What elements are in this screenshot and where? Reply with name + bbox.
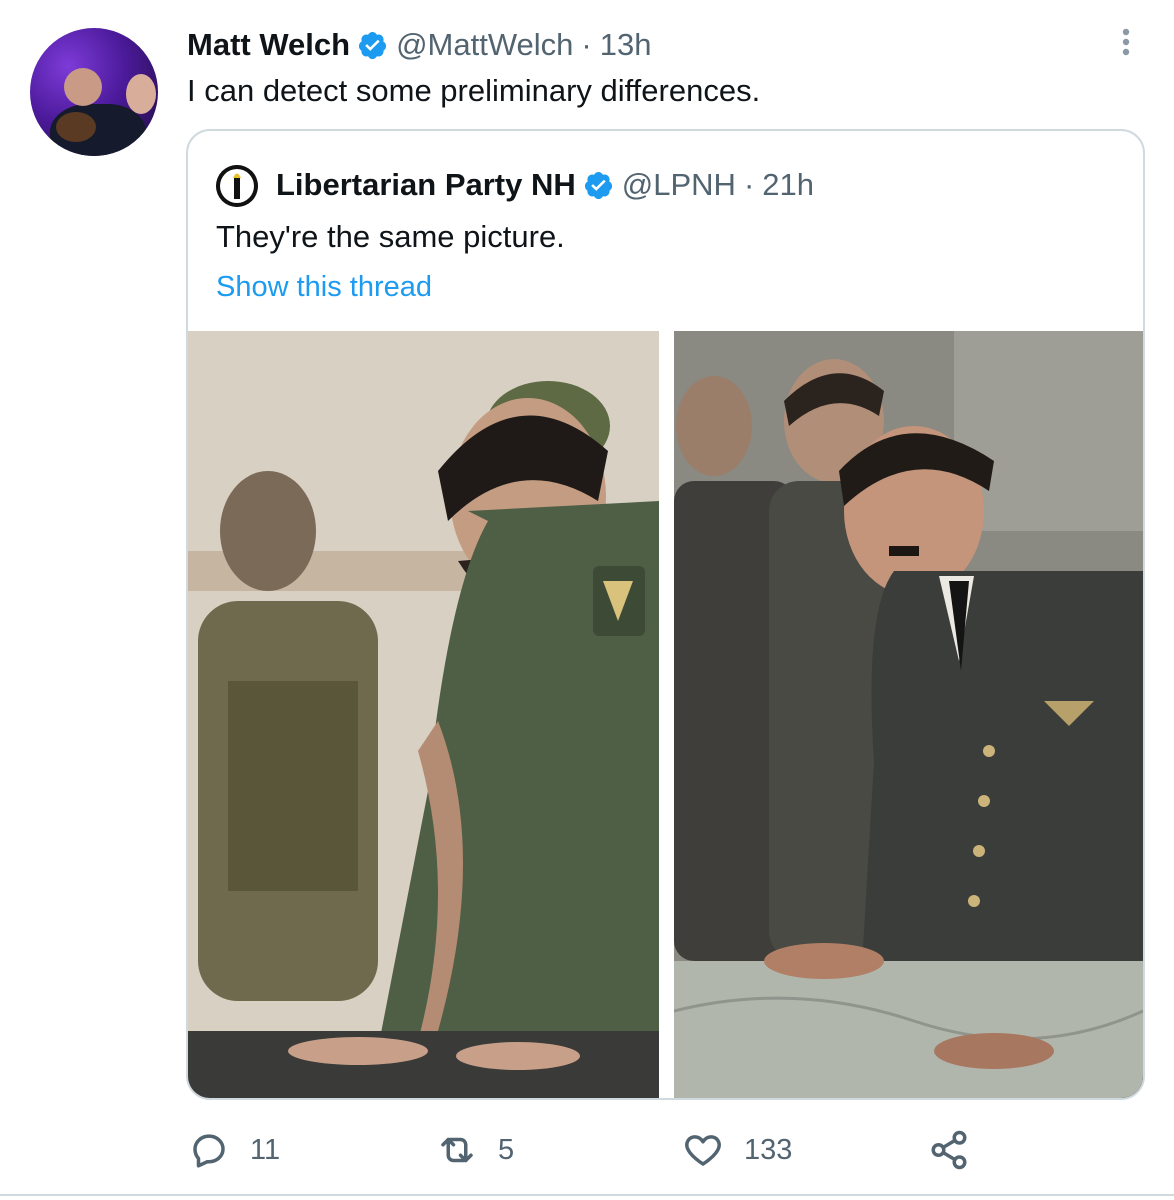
reply-count: 11 — [250, 1133, 281, 1166]
tweet-timestamp[interactable]: 13h — [600, 27, 652, 63]
photo-left-soldiers-at-table[interactable] — [188, 331, 659, 1098]
heart-icon — [685, 1135, 721, 1166]
verified-badge-icon — [358, 31, 387, 59]
share-icon — [931, 1130, 967, 1170]
quoted-author-name[interactable]: Libertarian Party NH — [276, 167, 576, 203]
verified-badge-icon — [584, 171, 612, 199]
quoted-author-avatar[interactable] — [216, 165, 258, 207]
tweet-header: Matt Welch @MattWelch · 13h — [187, 24, 651, 66]
quoted-media-grid[interactable] — [188, 331, 1143, 1098]
media-divider — [659, 331, 674, 1098]
separator: · — [581, 27, 592, 62]
share-button[interactable] — [928, 1122, 970, 1178]
reply-icon — [193, 1134, 225, 1168]
quoted-tweet[interactable]: Libertarian Party NH @LPNH · 21h They're… — [186, 129, 1145, 1100]
author-handle[interactable]: @MattWelch — [396, 27, 573, 63]
avatar-face-shape — [64, 68, 102, 106]
more-vertical-icon[interactable] — [1112, 26, 1140, 58]
quoted-tweet-text: They're the same picture. — [216, 219, 565, 254]
retweet-icon — [441, 1137, 473, 1163]
quoted-tweet-timestamp[interactable]: 21h — [762, 167, 814, 203]
photo-right-officers-at-map[interactable] — [674, 331, 1143, 1098]
like-button[interactable]: 133 — [682, 1122, 792, 1178]
quoted-author-handle[interactable]: @LPNH — [622, 167, 736, 203]
author-avatar[interactable] — [30, 28, 158, 156]
tweet-actions: 11 5 133 — [0, 1122, 1174, 1178]
retweet-count: 5 — [498, 1133, 515, 1166]
torch-logo-icon — [216, 165, 258, 207]
photo-right-illustration — [674, 331, 1143, 1098]
reply-button[interactable]: 11 — [188, 1122, 280, 1178]
photo-left-illustration — [188, 331, 659, 1098]
separator: · — [743, 167, 755, 202]
quoted-tweet-header: Libertarian Party NH @LPNH · 21h — [276, 162, 814, 208]
retweet-button[interactable]: 5 — [436, 1122, 514, 1178]
tweet-text: I can detect some preliminary difference… — [187, 73, 761, 108]
like-count: 133 — [744, 1133, 793, 1166]
avatar-face-shape — [126, 74, 156, 114]
author-name[interactable]: Matt Welch — [187, 27, 350, 63]
avatar-guitar-shape — [56, 112, 96, 142]
tweet[interactable]: Matt Welch @MattWelch · 13h I can detect… — [0, 0, 1174, 1196]
show-thread-link[interactable]: Show this thread — [216, 267, 432, 307]
